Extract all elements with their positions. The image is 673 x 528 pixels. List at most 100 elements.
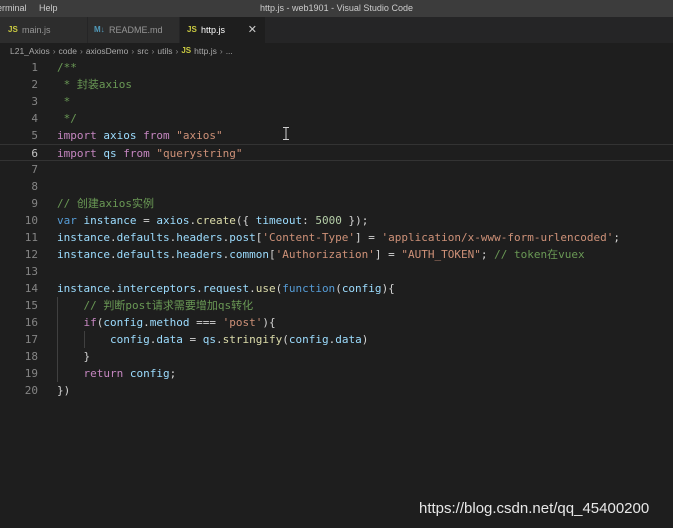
code-line[interactable]: 1 /** — [0, 59, 673, 76]
code-line[interactable]: 20}) — [0, 382, 673, 399]
line-number: 15 — [24, 299, 38, 312]
code-line[interactable]: 18 } — [0, 348, 673, 365]
code-token: axios — [156, 214, 190, 227]
code-token: instance — [83, 214, 137, 227]
line-number: 9 — [31, 197, 38, 210]
breadcrumb-item[interactable]: code — [59, 46, 77, 56]
code-token: // 创建axios实例 — [57, 197, 154, 210]
tab-main-js[interactable]: JS main.js — [0, 17, 88, 43]
code-text: instance.interceptors.request.use(functi… — [57, 280, 395, 297]
code-text: // 判断post请求需要增加qs转化 — [57, 297, 254, 314]
code-line[interactable]: 12 instance.defaults.headers.common['Auth… — [0, 246, 673, 263]
code-token: . — [249, 282, 256, 295]
code-line[interactable]: 5 import axios from "axios" — [0, 127, 673, 144]
code-line[interactable]: 10 var instance = axios.create({ timeout:… — [0, 212, 673, 229]
chevron-right-icon: › — [131, 46, 135, 56]
code-text: * — [57, 93, 71, 110]
title-bar: erminal Help http.js - web1901 - Visual … — [0, 0, 673, 17]
code-token: config — [341, 282, 382, 295]
code-token: stringify — [222, 333, 283, 346]
code-line[interactable]: 13 — [0, 263, 673, 280]
code-line[interactable]: 15 // 判断post请求需要增加qs转化 — [0, 297, 673, 314]
code-token: 5000 — [315, 214, 342, 227]
code-token: "AUTH_TOKEN" — [401, 248, 481, 261]
tab-label: README.md — [109, 25, 163, 35]
code-token: === — [189, 316, 223, 329]
code-token: = — [136, 214, 157, 227]
code-text: if(config.method === 'post'){ — [57, 314, 276, 331]
watermark: https://blog.csdn.net/qq_45400200 — [419, 500, 650, 517]
chevron-right-icon: › — [219, 46, 223, 56]
line-number: 20 — [24, 384, 38, 397]
code-token: data — [156, 333, 183, 346]
code-editor[interactable]: 1/** 2 * 封装axios 3 * 4 */5 import axios from… — [0, 59, 673, 528]
code-token: headers — [176, 231, 223, 244]
line-number: 12 — [24, 248, 38, 261]
line-number: 16 — [24, 316, 38, 329]
code-line[interactable]: 19 return config; — [0, 365, 673, 382]
code-text: /** — [57, 59, 77, 76]
code-token: defaults — [116, 248, 170, 261]
code-text: var instance = axios.create({ timeout: 5… — [57, 212, 368, 229]
code-text: import qs from "querystring" — [57, 145, 242, 162]
code-token: ){ — [381, 282, 395, 295]
line-number: 7 — [31, 163, 38, 176]
breadcrumb-item[interactable]: L21_Axios — [10, 46, 50, 56]
code-text: instance.defaults.headers.post['Content-… — [57, 229, 620, 246]
breadcrumb-item[interactable]: src — [137, 46, 148, 56]
code-line[interactable]: 8 — [0, 178, 673, 195]
code-token: import — [57, 129, 104, 142]
code-token: . — [196, 282, 203, 295]
line-number: 4 — [31, 112, 38, 125]
code-line[interactable]: 2 * 封装axios — [0, 76, 673, 93]
breadcrumb-item[interactable]: ... — [226, 46, 233, 56]
code-token: config — [103, 316, 144, 329]
code-token: = — [182, 333, 203, 346]
code-token: * 封装axios — [57, 78, 132, 91]
line-number: 17 — [24, 333, 38, 346]
line-number: 1 — [31, 61, 38, 74]
code-token: ; — [480, 248, 495, 261]
code-line[interactable]: 14 instance.interceptors.request.use(func… — [0, 280, 673, 297]
tab-http-js[interactable]: JS http.js ✕ — [180, 17, 266, 43]
code-line[interactable]: 4 */ — [0, 110, 673, 127]
code-token: . — [109, 231, 117, 244]
line-number: 10 — [24, 214, 38, 227]
close-icon[interactable]: ✕ — [248, 23, 257, 36]
code-token: // token在vuex — [494, 248, 585, 261]
code-token: ] = — [374, 248, 402, 261]
code-line[interactable]: 17 config.data = qs.stringify(config.dat… — [0, 331, 673, 348]
code-text: * 封装axios — [57, 76, 132, 93]
code-text: import axios from "axios" — [57, 127, 223, 144]
breadcrumb-item[interactable]: axiosDemo — [86, 46, 129, 56]
tab-readme-md[interactable]: M↓ README.md — [88, 17, 180, 43]
code-token: : — [302, 214, 316, 227]
code-token: function — [282, 282, 336, 295]
js-file-icon: JS — [187, 25, 197, 34]
code-token: ({ — [235, 214, 256, 227]
code-token: 'application/x-www-form-urlencoded' — [381, 231, 614, 244]
code-line[interactable]: 6 import qs from "querystring" — [0, 144, 673, 161]
code-token: use — [255, 282, 276, 295]
code-token: from — [123, 147, 157, 160]
tab-bar: JS main.js M↓ README.md JS http.js ✕ — [0, 17, 673, 43]
code-line[interactable]: 11 instance.defaults.headers.post['Conten… — [0, 229, 673, 246]
code-token: . — [215, 333, 223, 346]
breadcrumb-item[interactable]: utils — [157, 46, 172, 56]
code-line[interactable]: 16 if(config.method === 'post'){ — [0, 314, 673, 331]
breadcrumb-item[interactable]: http.js — [194, 46, 217, 56]
code-text: }) — [57, 382, 70, 399]
code-line[interactable]: 7 — [0, 161, 673, 178]
code-text: return config; — [57, 365, 177, 382]
line-number: 18 — [24, 350, 38, 363]
code-token: create — [196, 214, 236, 227]
code-line[interactable]: 9 // 创建axios实例 — [0, 195, 673, 212]
code-line[interactable]: 3 * — [0, 93, 673, 110]
line-number: 2 — [31, 78, 38, 91]
code-token: "querystring" — [156, 147, 243, 160]
line-number: 14 — [24, 282, 38, 295]
code-token: request — [202, 282, 250, 295]
code-token: ] = — [355, 231, 382, 244]
